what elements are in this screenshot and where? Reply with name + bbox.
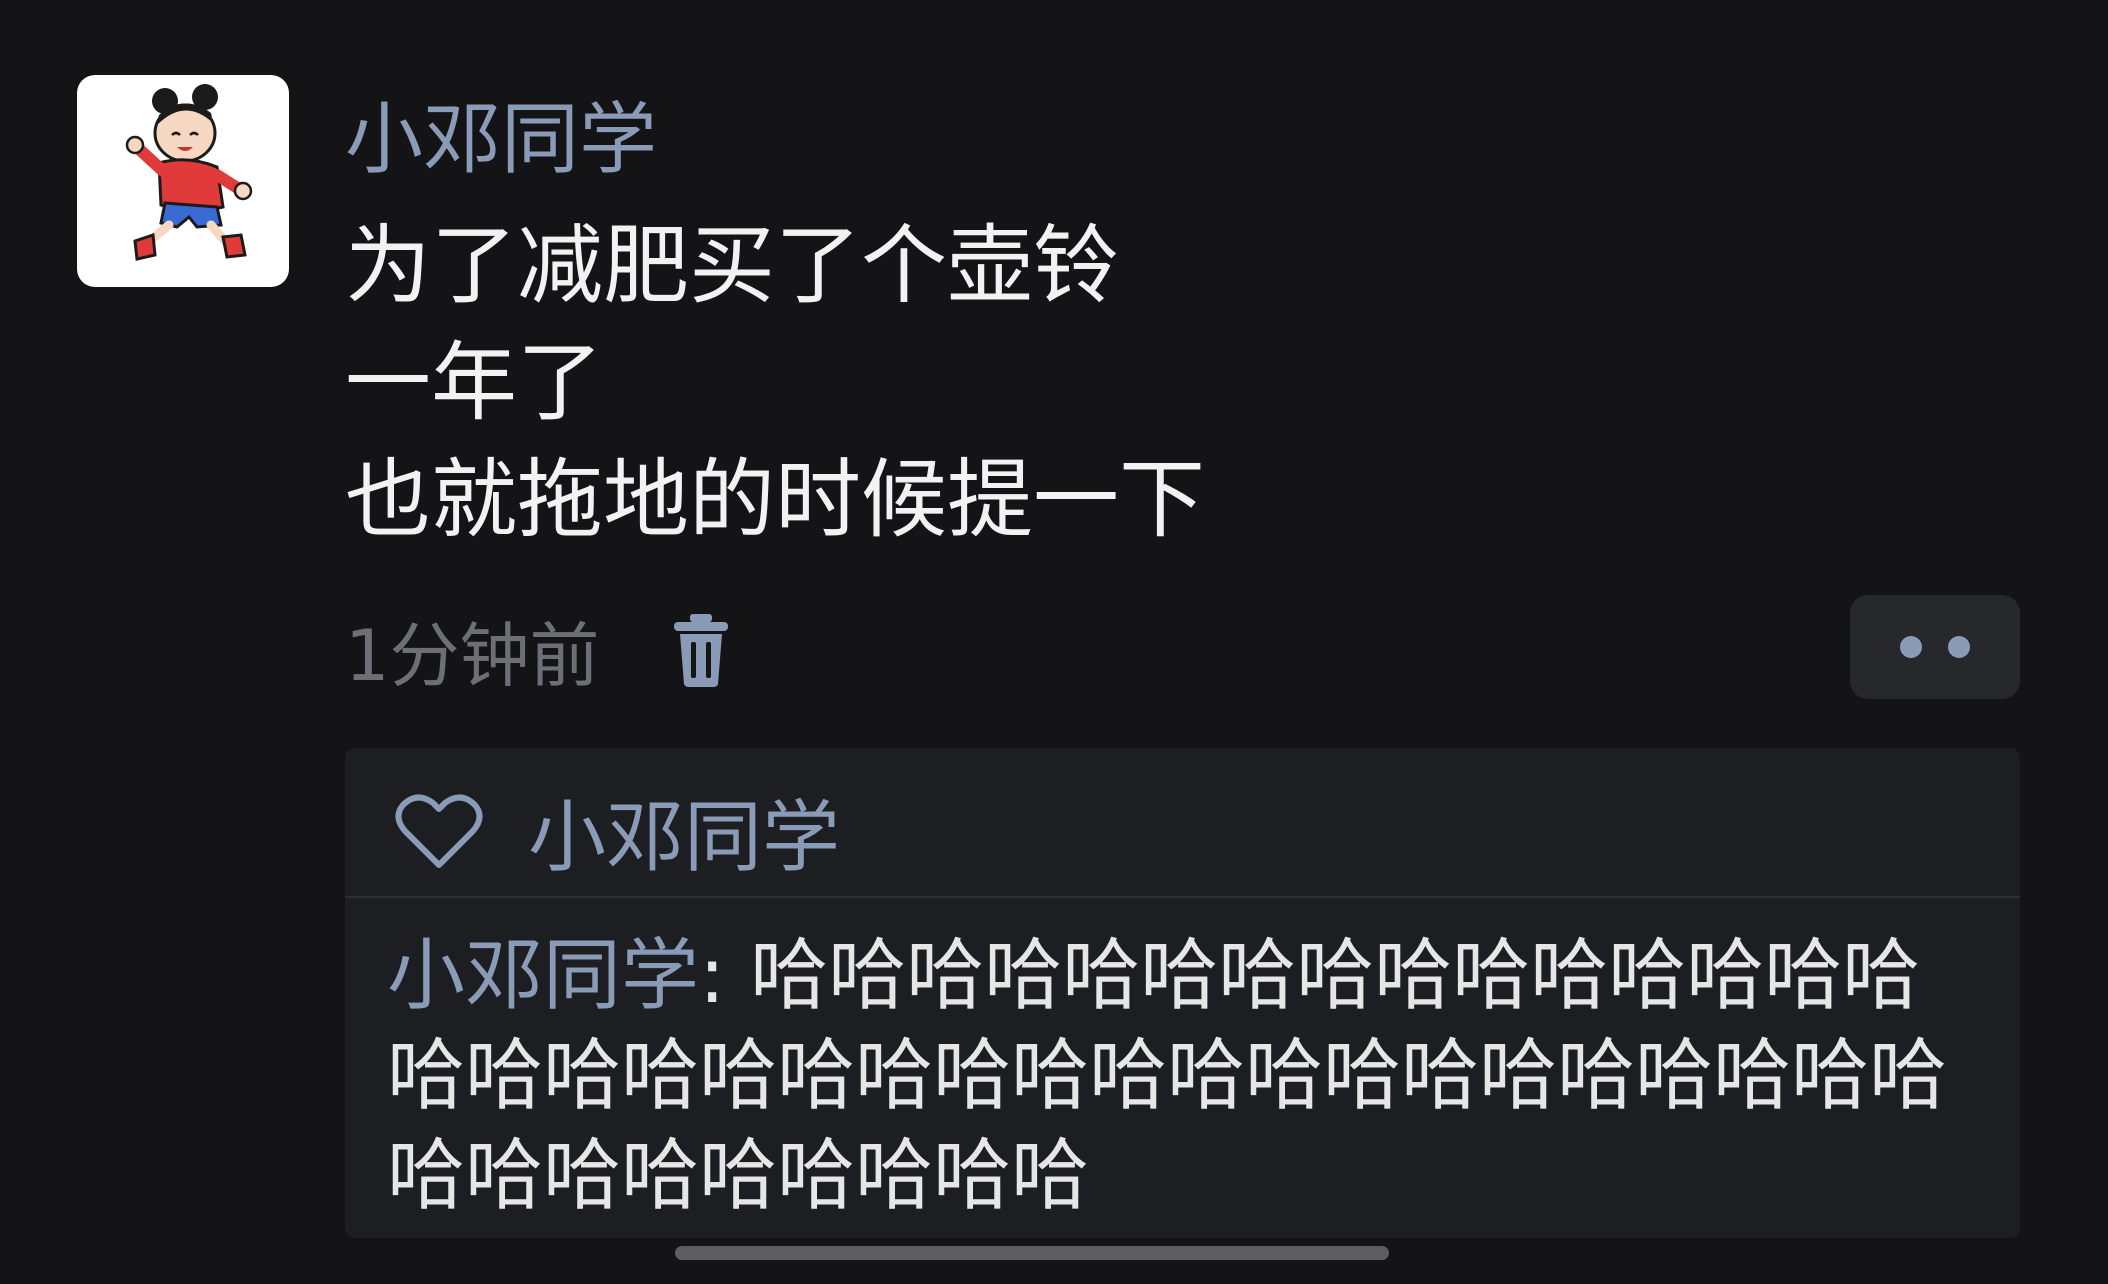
more-dots-icon: [1948, 636, 1970, 658]
post-content-line: 也就拖地的时候提一下: [345, 450, 1205, 550]
comment-author[interactable]: 小邓同学: [387, 931, 699, 1021]
author-name[interactable]: 小邓同学: [345, 92, 657, 188]
likes-comments-panel: 小邓同学 小邓同学: 哈哈哈哈哈哈哈哈哈哈哈哈哈哈哈哈哈哈哈哈哈哈哈哈哈哈哈哈哈…: [345, 748, 2020, 1238]
more-dots-icon: [1900, 636, 1922, 658]
comment-separator: :: [699, 931, 751, 1021]
moment-post: 小邓同学 为了减肥买了个壶铃 一年了 也就拖地的时候提一下 1分钟前 小邓同学 …: [0, 0, 2108, 1284]
timestamp: 1分钟前: [345, 614, 600, 697]
likes-row: 小邓同学: [395, 776, 840, 886]
comment-item[interactable]: 小邓同学: 哈哈哈哈哈哈哈哈哈哈哈哈哈哈哈哈哈哈哈哈哈哈哈哈哈哈哈哈哈哈哈哈哈哈…: [387, 926, 1997, 1226]
avatar[interactable]: [77, 75, 289, 287]
home-indicator[interactable]: [675, 1246, 1389, 1260]
post-meta: 1分钟前: [345, 600, 732, 700]
trash-icon[interactable]: [670, 612, 732, 688]
avatar-cartoon-image: [125, 84, 253, 261]
like-user-name[interactable]: 小邓同学: [528, 775, 840, 887]
divider: [345, 896, 2020, 898]
more-button[interactable]: [1850, 595, 2020, 699]
post-content-line: 一年了: [345, 333, 603, 433]
post-content-line: 为了减肥买了个壶铃: [345, 216, 1119, 316]
post-content: 为了减肥买了个壶铃 一年了 也就拖地的时候提一下: [345, 208, 1845, 559]
heart-icon: [395, 791, 483, 871]
